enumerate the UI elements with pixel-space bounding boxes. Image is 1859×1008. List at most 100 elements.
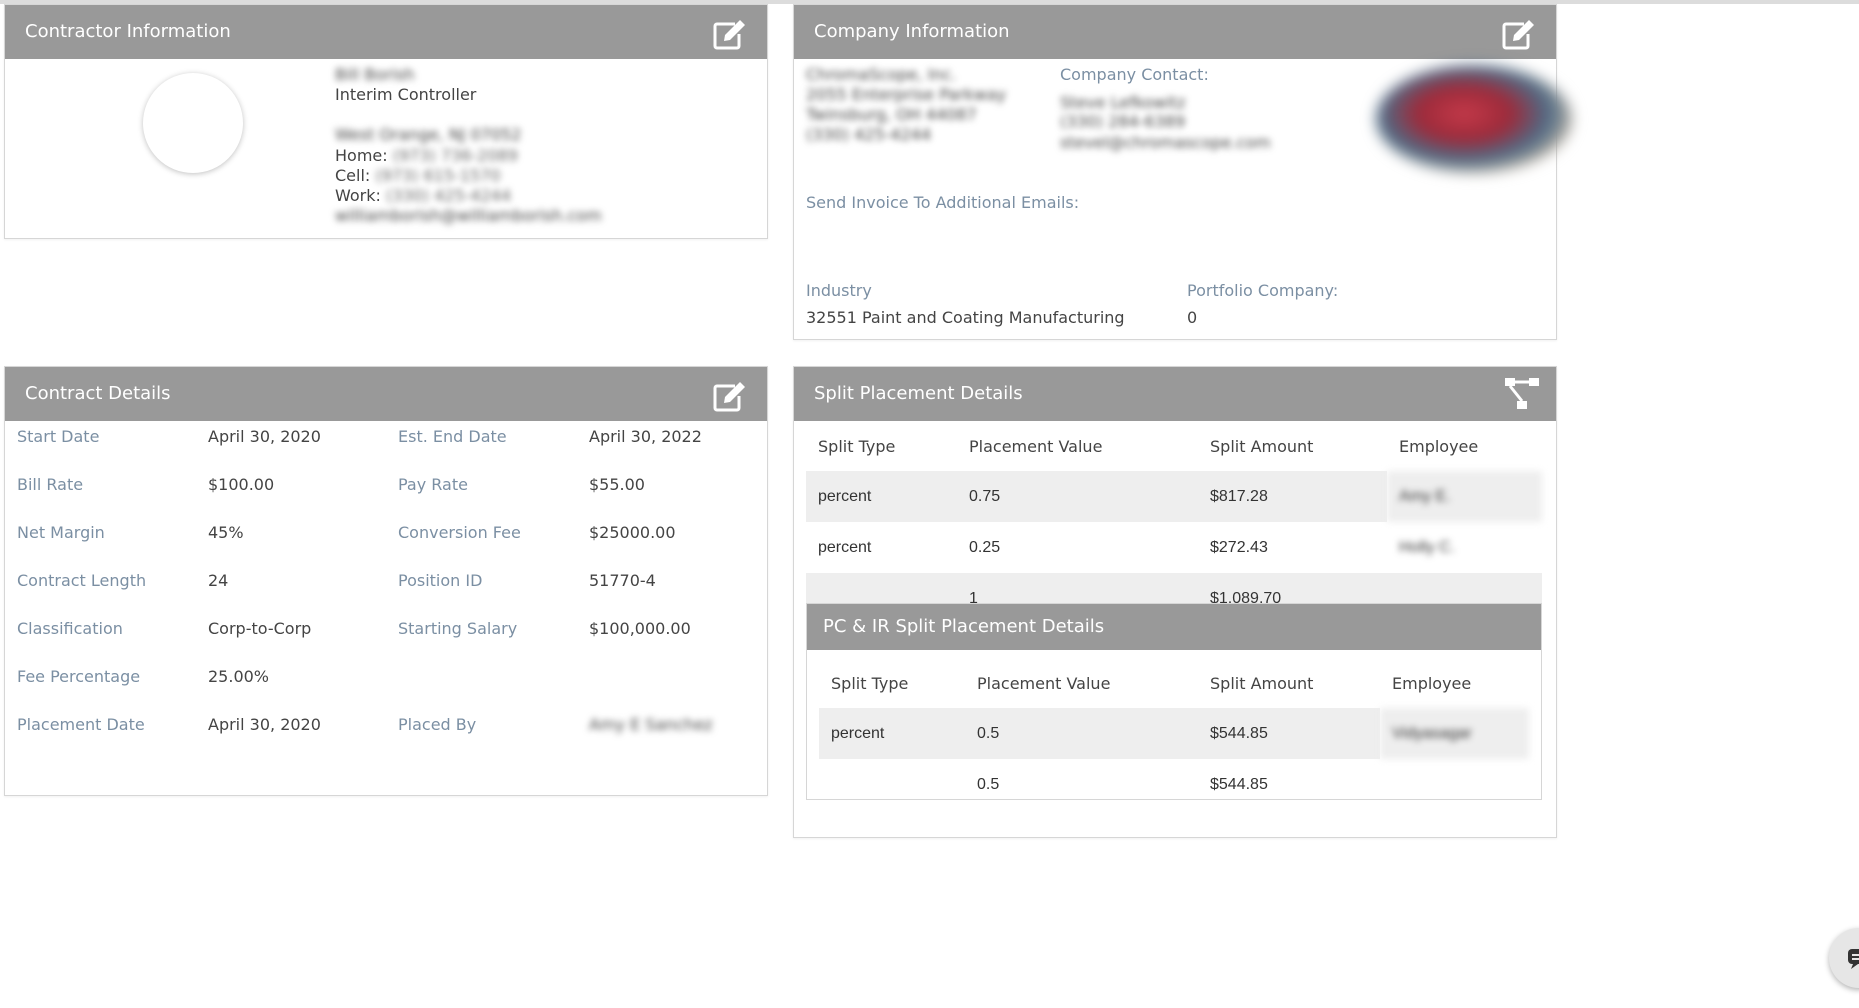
work-label: Work:: [335, 186, 381, 205]
classification-value: Corp-to-Corp: [208, 619, 312, 638]
pcir-split-table: Split Type Placement Value Split Amount …: [819, 658, 1529, 810]
work-phone: (330) 425-4244: [386, 186, 512, 205]
column-split-amount: Split Amount: [1210, 673, 1314, 693]
table-row: 0.5 $544.85: [819, 759, 1529, 810]
placement-date-label: Placement Date: [17, 715, 145, 734]
contractor-avatar: [143, 73, 243, 173]
edit-company-button[interactable]: [1500, 18, 1536, 52]
contractor-cell: Cell: (973) 615-1570: [335, 166, 501, 185]
fee-percentage-value: 25.00%: [208, 667, 270, 686]
column-placement-value: Placement Value: [969, 436, 1103, 456]
portfolio-value: 0: [1187, 308, 1198, 327]
employee-cell: Holly C.: [1399, 538, 1456, 556]
split-table-header: Split Type Placement Value Split Amount …: [806, 421, 1542, 471]
pay-rate-value: $55.00: [589, 475, 645, 494]
company-phone: (330) 425-4244: [806, 125, 932, 144]
placement-value-cell: 0.75: [957, 471, 1198, 522]
starting-salary-value: $100,000.00: [589, 619, 691, 638]
cell-label: Cell:: [335, 166, 371, 185]
split-amount-cell: $544.85: [1198, 708, 1380, 759]
split-type-cell: [819, 759, 965, 810]
company-info-title: Company Information: [814, 21, 1010, 42]
placement-value-cell: 0.5: [977, 775, 1000, 793]
split-placement-button[interactable]: [1504, 377, 1540, 411]
home-phone: (973) 736-2089: [392, 146, 518, 165]
company-contact-phone: (330) 284-6389: [1060, 112, 1186, 131]
split-placement-header: Split Placement Details: [794, 367, 1556, 421]
edit-contractor-button[interactable]: [711, 18, 747, 52]
edit-icon: [713, 382, 745, 412]
column-split-type: Split Type: [831, 673, 909, 693]
placement-value-cell: 0.5: [965, 708, 1198, 759]
end-date-value: April 30, 2022: [589, 427, 702, 446]
invoice-emails-label: Send Invoice To Additional Emails:: [806, 193, 1080, 212]
contract-length-label: Contract Length: [17, 571, 147, 590]
employee-cell: Vidyasagar: [1380, 708, 1529, 759]
company-contact-email[interactable]: stevel@chromascope.com: [1060, 133, 1271, 152]
employee-cell: Amy E.: [1387, 471, 1542, 522]
table-row: percent 0.5 $544.85 Vidyasagar: [819, 708, 1529, 759]
end-date-label: Est. End Date: [398, 427, 507, 446]
contractor-info-title: Contractor Information: [25, 21, 231, 42]
company-address2: Twinsburg, OH 44087: [806, 105, 977, 124]
pcir-split-title: PC & IR Split Placement Details: [823, 616, 1105, 637]
bill-rate-label: Bill Rate: [17, 475, 84, 494]
net-margin-label: Net Margin: [17, 523, 105, 542]
split-placement-panel: Split Placement Details Split Type Place…: [793, 366, 1557, 838]
company-info-header: Company Information: [794, 5, 1556, 59]
conversion-fee-label: Conversion Fee: [398, 523, 521, 542]
placement-date-value: April 30, 2020: [208, 715, 321, 734]
starting-salary-label: Starting Salary: [398, 619, 518, 638]
contractor-role: Interim Controller: [335, 85, 477, 104]
split-amount-cell: $544.85: [1210, 775, 1268, 793]
contractor-work: Work: (330) 425-4244: [335, 186, 511, 205]
split-type-cell: percent: [819, 708, 965, 759]
company-contact-name: Steve Lefkowitz: [1060, 93, 1186, 112]
employee-cell: [1380, 759, 1529, 810]
edit-icon: [1502, 20, 1534, 50]
contractor-info-header: Contractor Information: [5, 5, 767, 59]
placed-by-label: Placed By: [398, 715, 477, 734]
position-id-label: Position ID: [398, 571, 483, 590]
contractor-location: West Orange, NJ 07052: [335, 125, 522, 144]
contract-details-panel: Contract Details Start Date April 30, 20…: [4, 366, 768, 796]
contract-details-title: Contract Details: [25, 383, 171, 404]
company-info-panel: Company Information ChromaScope, Inc. 20…: [793, 4, 1572, 340]
chat-button[interactable]: [1829, 928, 1859, 988]
split-amount-cell: $272.43: [1210, 538, 1268, 556]
split-type-cell: percent: [818, 538, 872, 556]
company-address1: 2055 Enterprise Parkway: [806, 85, 1007, 104]
company-logo: [1376, 65, 1572, 173]
contract-length-value: 24: [208, 571, 229, 590]
contract-details-header: Contract Details: [5, 367, 767, 421]
table-row: percent 0.25 $272.43 Holly C.: [806, 522, 1542, 573]
pcir-split-header: PC & IR Split Placement Details: [807, 604, 1541, 650]
pcir-split-panel: PC & IR Split Placement Details Split Ty…: [806, 603, 1542, 800]
start-date-value: April 30, 2020: [208, 427, 321, 446]
split-type-cell: percent: [806, 471, 957, 522]
contractor-info-panel: Contractor Information Bill Borish Inter…: [4, 4, 768, 239]
pcir-table-header: Split Type Placement Value Split Amount …: [819, 658, 1529, 708]
bill-rate-value: $100.00: [208, 475, 275, 494]
company-name: ChromaScope, Inc.: [806, 65, 957, 84]
industry-value: 32551 Paint and Coating Manufacturing: [806, 308, 1125, 327]
start-date-label: Start Date: [17, 427, 100, 446]
contractor-name: Bill Borish: [335, 65, 415, 84]
column-split-type: Split Type: [818, 436, 896, 456]
placement-value-cell: 0.25: [969, 538, 1001, 556]
split-table: Split Type Placement Value Split Amount …: [806, 421, 1542, 624]
split-hierarchy-icon: [1505, 378, 1539, 409]
company-contact-label: Company Contact:: [1060, 65, 1209, 84]
split-amount-cell: $817.28: [1198, 471, 1387, 522]
home-label: Home:: [335, 146, 388, 165]
edit-icon: [713, 20, 745, 50]
classification-label: Classification: [17, 619, 123, 638]
edit-contract-button[interactable]: [711, 380, 747, 414]
position-id-value: 51770-4: [589, 571, 656, 590]
conversion-fee-value: $25000.00: [589, 523, 676, 542]
contractor-email[interactable]: williamborish@williamborish.com: [335, 206, 602, 225]
split-placement-title: Split Placement Details: [814, 383, 1023, 404]
table-row: percent 0.75 $817.28 Amy E.: [806, 471, 1542, 522]
contractor-home: Home: (973) 736-2089: [335, 146, 518, 165]
industry-label: Industry: [806, 281, 872, 300]
